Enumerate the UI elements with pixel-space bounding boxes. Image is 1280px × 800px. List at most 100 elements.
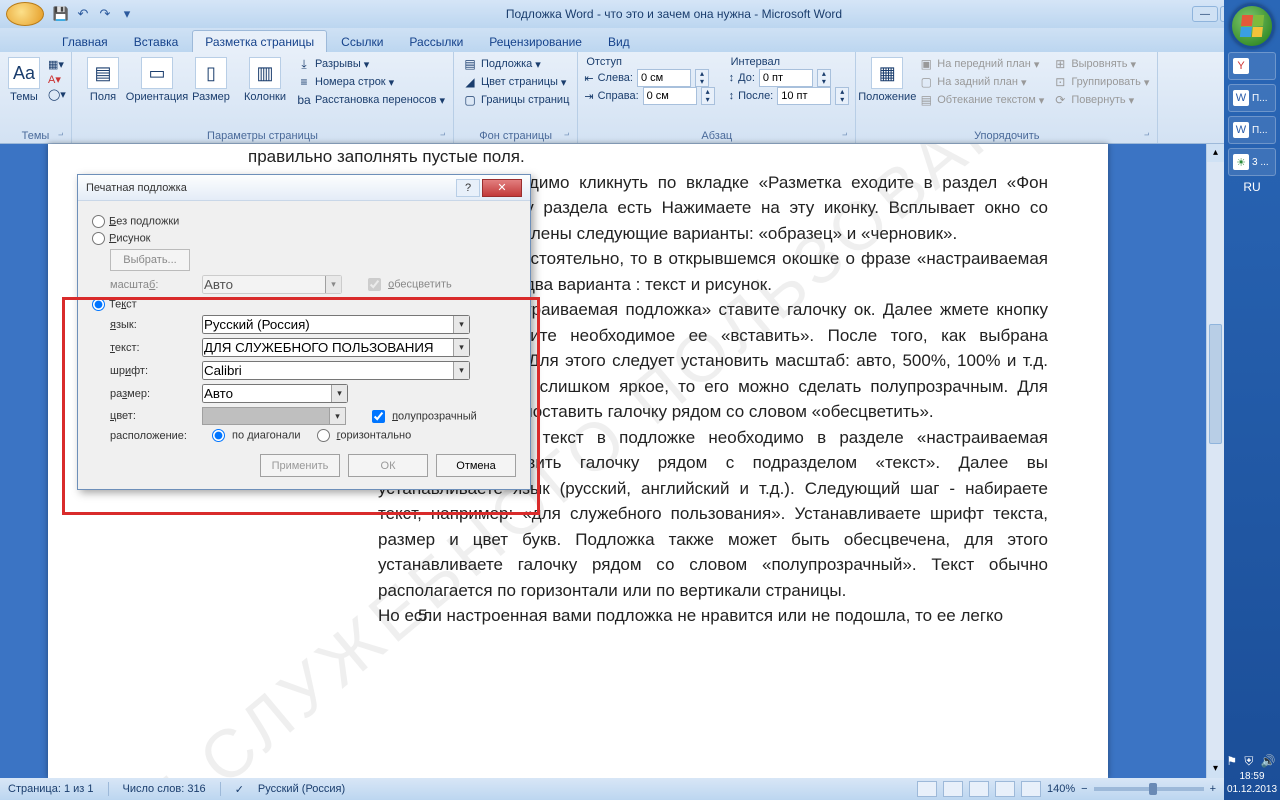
save-icon[interactable]: 💾	[52, 5, 70, 23]
spacing-after[interactable]: ↕После:▴▾	[729, 87, 850, 105]
tab-insert[interactable]: Вставка	[122, 31, 191, 52]
text-combo[interactable]	[202, 338, 470, 357]
taskbar-item-yandex[interactable]: YY	[1228, 52, 1276, 80]
tab-references[interactable]: Ссылки	[329, 31, 395, 52]
group-button[interactable]: ⊡Группировать ▾	[1050, 73, 1151, 91]
theme-effects-icon[interactable]: ◯▾	[46, 87, 68, 102]
taskbar-item[interactable]: ☀3 ...	[1228, 148, 1276, 176]
clock-date[interactable]: 01.12.2013	[1226, 783, 1277, 796]
size-button[interactable]: ▯Размер	[186, 55, 236, 106]
indent-left-input[interactable]	[637, 69, 691, 87]
dropdown-icon[interactable]: ▾	[330, 407, 346, 425]
spinner-icon[interactable]: ▴▾	[701, 87, 715, 105]
indent-right-input[interactable]	[643, 87, 697, 105]
semitransparent-checkbox[interactable]: полупрозрачный	[372, 410, 477, 423]
size-combo[interactable]	[202, 384, 348, 403]
choose-picture-button[interactable]: Выбрать...	[110, 249, 190, 271]
dropdown-icon[interactable]: ▾	[331, 385, 347, 402]
view-print-layout[interactable]	[917, 781, 937, 797]
dialog-help-button[interactable]: ?	[456, 179, 480, 197]
scale-combo[interactable]	[202, 275, 342, 294]
breaks-button[interactable]: ⤓Разрывы ▾	[294, 55, 447, 73]
ok-button[interactable]: ОК	[348, 454, 428, 477]
dialog-close-button[interactable]: ✕	[482, 179, 522, 197]
rotate-button[interactable]: ⟳Повернуть ▾	[1050, 91, 1151, 109]
radio-horizontal[interactable]: горизонтально	[317, 429, 412, 442]
tab-home[interactable]: Главная	[50, 31, 120, 52]
tab-page-layout[interactable]: Разметка страницы	[192, 30, 327, 52]
position-button[interactable]: ▦Положение	[862, 55, 912, 106]
status-spellcheck-icon[interactable]: ✓	[235, 783, 244, 796]
start-button[interactable]	[1230, 4, 1274, 48]
apply-button[interactable]: Применить	[260, 454, 340, 477]
taskbar-item[interactable]: WП...	[1228, 116, 1276, 144]
page-color-button[interactable]: ◢Цвет страницы ▾	[460, 73, 571, 91]
indent-left[interactable]: ⇤Слева:▴▾	[584, 69, 714, 87]
radio-diagonal[interactable]: по диагонали	[212, 429, 301, 442]
page-borders-button[interactable]: ▢Границы страниц	[460, 91, 571, 109]
radio-no-watermark[interactable]: ББез подложкиез подложки	[92, 215, 179, 228]
clock-time[interactable]: 18:59	[1226, 770, 1277, 783]
tab-view[interactable]: Вид	[596, 31, 642, 52]
tray-icons[interactable]: ⚑ ⛨ 🔊	[1226, 754, 1277, 770]
zoom-level[interactable]: 140%	[1047, 783, 1075, 795]
minimize-button[interactable]: —	[1192, 6, 1218, 22]
office-button[interactable]	[6, 2, 44, 26]
spinner-icon[interactable]: ▴▾	[695, 69, 709, 87]
zoom-in-button[interactable]: +	[1210, 783, 1216, 795]
cancel-button[interactable]: Отмена	[436, 454, 516, 477]
orientation-button[interactable]: ▭Ориентация	[132, 55, 182, 106]
status-page[interactable]: Страница: 1 из 1	[8, 783, 94, 795]
zoom-out-button[interactable]: −	[1081, 783, 1087, 795]
tab-mailings[interactable]: Рассылки	[397, 31, 475, 52]
view-web-layout[interactable]	[969, 781, 989, 797]
scroll-thumb[interactable]	[1209, 324, 1222, 444]
undo-icon[interactable]: ↶	[74, 5, 92, 23]
status-words[interactable]: Число слов: 316	[123, 783, 206, 795]
spinner-icon[interactable]: ▴▾	[835, 87, 849, 105]
color-swatch[interactable]	[202, 407, 330, 425]
scroll-down-icon[interactable]: ▾	[1207, 760, 1224, 778]
spacing-after-input[interactable]	[777, 87, 831, 105]
dropdown-icon[interactable]: ▾	[453, 339, 469, 356]
washout-checkbox[interactable]: обесцветить	[368, 278, 452, 291]
spacing-before-input[interactable]	[759, 69, 813, 87]
watermark-button[interactable]: ▤Подложка ▾	[460, 55, 571, 73]
spinner-icon[interactable]: ▴▾	[817, 69, 831, 87]
tab-review[interactable]: Рецензирование	[477, 31, 594, 52]
hyphenation-button[interactable]: baРасстановка переносов ▾	[294, 91, 447, 109]
line-numbers-button[interactable]: ≡Номера строк ▾	[294, 73, 447, 91]
redo-icon[interactable]: ↷	[96, 5, 114, 23]
status-language[interactable]: Русский (Россия)	[258, 783, 345, 795]
send-back-button[interactable]: ▢На задний план ▾	[916, 73, 1046, 91]
zoom-slider[interactable]	[1094, 787, 1204, 791]
dropdown-icon[interactable]: ▾	[453, 362, 469, 379]
indent-right[interactable]: ⇥Справа:▴▾	[584, 87, 714, 105]
theme-fonts-icon[interactable]: A▾	[46, 72, 68, 87]
rotate-icon: ⟳	[1052, 92, 1068, 108]
spacing-before[interactable]: ↕До:▴▾	[729, 69, 850, 87]
language-indicator[interactable]: RU	[1243, 180, 1260, 194]
system-tray[interactable]: ⚑ ⛨ 🔊 18:59 01.12.2013	[1226, 750, 1277, 800]
radio-text[interactable]: Текст	[92, 298, 137, 311]
text-wrap-button[interactable]: ▤Обтекание текстом ▾	[916, 91, 1046, 109]
lang-combo[interactable]	[202, 315, 470, 334]
scroll-up-icon[interactable]: ▴	[1207, 144, 1224, 162]
font-combo[interactable]	[202, 361, 470, 380]
view-full-screen[interactable]	[943, 781, 963, 797]
columns-button[interactable]: ▥Колонки	[240, 55, 290, 106]
align-button[interactable]: ⊞Выровнять ▾	[1050, 55, 1151, 73]
theme-colors-icon[interactable]: ▦▾	[46, 57, 68, 72]
dropdown-icon[interactable]: ▾	[325, 276, 341, 293]
qat-dropdown-icon[interactable]: ▾	[118, 5, 136, 23]
themes-button[interactable]: Aa Темы	[6, 55, 42, 106]
taskbar-item[interactable]: WП...	[1228, 84, 1276, 112]
view-draft[interactable]	[1021, 781, 1041, 797]
margins-button[interactable]: ▤Поля	[78, 55, 128, 106]
radio-picture[interactable]: Рисунок	[92, 232, 151, 245]
vertical-scrollbar[interactable]: ▴ ▾	[1206, 144, 1224, 778]
dropdown-icon[interactable]: ▾	[453, 316, 469, 333]
dialog-titlebar[interactable]: Печатная подложка ? ✕	[78, 175, 530, 201]
bring-front-button[interactable]: ▣На передний план ▾	[916, 55, 1046, 73]
view-outline[interactable]	[995, 781, 1015, 797]
